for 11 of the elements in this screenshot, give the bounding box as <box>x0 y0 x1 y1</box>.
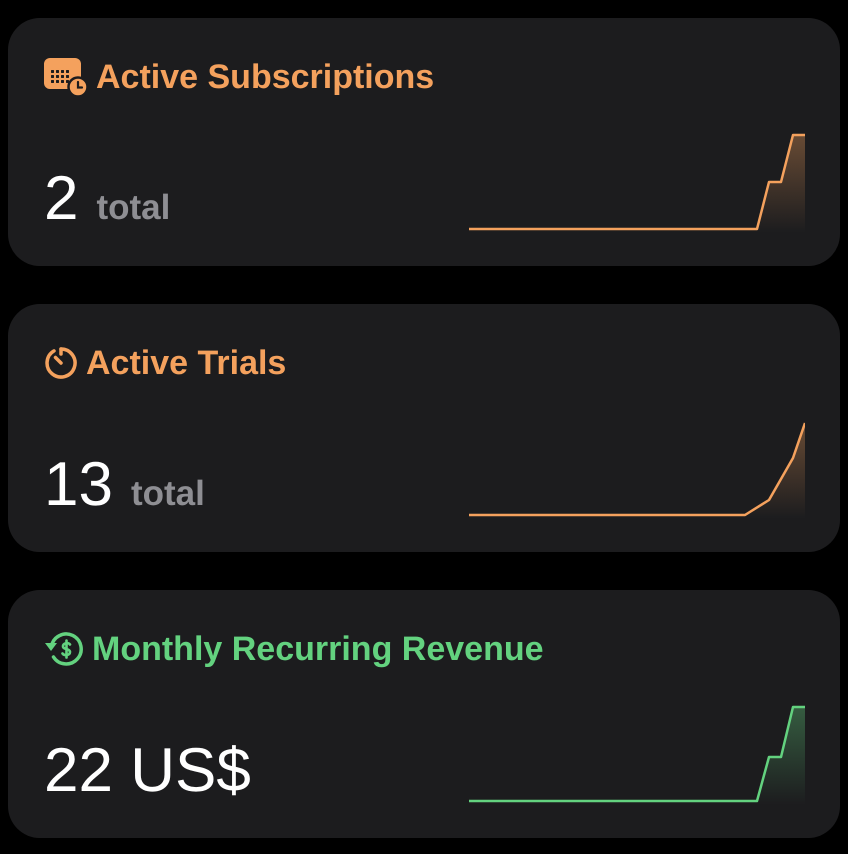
card-title: Monthly Recurring Revenue <box>92 632 544 666</box>
metric-value: 2 <box>44 168 78 230</box>
card-title: Active Subscriptions <box>96 60 434 94</box>
timer-icon <box>44 346 78 380</box>
dollar-refresh-icon <box>44 631 84 667</box>
metric-value: 13 <box>44 454 113 516</box>
card-title: Active Trials <box>86 346 286 380</box>
calendar-clock-icon <box>44 57 88 97</box>
unit-label: total <box>130 476 205 511</box>
unit-label: total <box>96 190 170 225</box>
metric-value: 22 US$ <box>44 740 251 802</box>
